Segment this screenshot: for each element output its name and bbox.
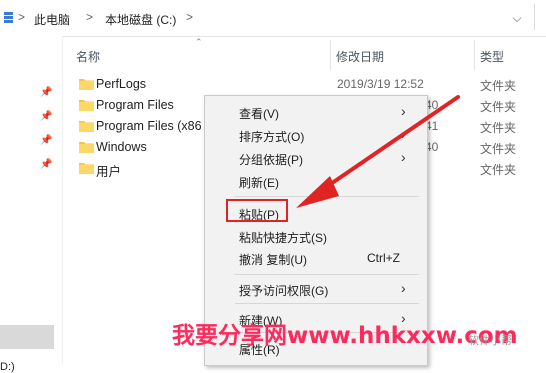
watermark-text: 我要分享网www.hhkxxw.com xyxy=(172,323,518,349)
watermark-subtext: 软件小帮 xyxy=(468,335,512,347)
annotation-arrow-icon xyxy=(296,95,460,208)
